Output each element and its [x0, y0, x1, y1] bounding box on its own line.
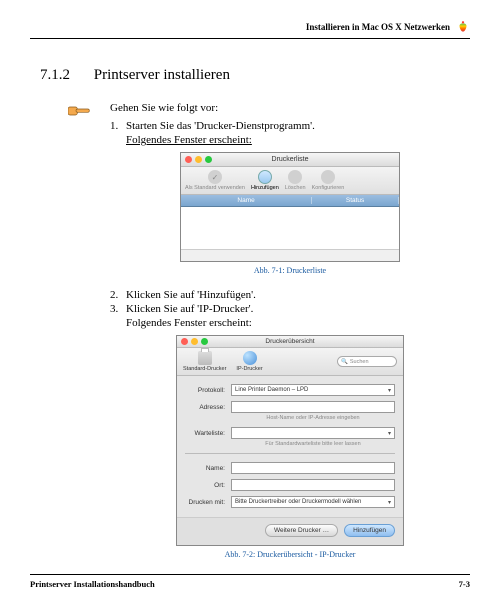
- globe-icon: [243, 351, 257, 365]
- header-text: Installieren in Mac OS X Netzwerken: [306, 22, 450, 32]
- col-name: Name: [181, 197, 312, 204]
- form: Protokoll: Line Printer Daemon – LPD Adr…: [177, 376, 403, 517]
- delete-button: Löschen: [285, 170, 306, 191]
- printer-icon: [198, 351, 212, 365]
- standard-drucker-tab: Standard-Drucker: [183, 351, 226, 372]
- add-icon: [258, 170, 272, 184]
- window-title: Druckerliste: [181, 156, 399, 163]
- gear-icon: [321, 170, 335, 184]
- window-title: Druckerübersicht: [177, 338, 403, 345]
- ort-input: [231, 479, 395, 491]
- col-status: Status: [312, 197, 399, 204]
- window-footer: [181, 249, 399, 261]
- adresse-hint: Host-Name oder IP-Adresse eingeben: [185, 415, 395, 421]
- config-button: Konfigurieren: [312, 170, 345, 191]
- action-bar: Weitere Drucker … Hinzufügen: [177, 517, 403, 545]
- druckeruebersicht-window: Druckerübersicht Standard-Drucker IP-Dru…: [176, 335, 404, 546]
- step-2: 2. Klicken Sie auf 'Hinzufügen'.: [110, 289, 470, 301]
- toolbar: Standard-Drucker IP-Drucker 🔍 Suchen: [177, 348, 403, 376]
- protokoll-select: Line Printer Daemon – LPD: [231, 384, 395, 396]
- page-header: Installieren in Mac OS X Netzwerken: [30, 20, 470, 39]
- window-titlebar: Druckerliste: [181, 153, 399, 167]
- figure-2: Druckerübersicht Standard-Drucker IP-Dru…: [110, 335, 470, 559]
- footer-left: Printserver Installationshandbuch: [30, 579, 155, 589]
- ip-drucker-tab: IP-Drucker: [236, 351, 262, 372]
- section-number: 7.1.2: [40, 67, 90, 84]
- label-adresse: Adresse:: [185, 404, 225, 411]
- window-titlebar: Druckerübersicht: [177, 336, 403, 348]
- page-footer: Printserver Installationshandbuch 7-3: [30, 574, 470, 589]
- label-ort: Ort:: [185, 482, 225, 489]
- step-1: 1. Starten Sie das 'Drucker-Dienstprogra…: [110, 120, 470, 132]
- adresse-input: [231, 401, 395, 413]
- intro-text: Gehen Sie wie folgt vor:: [110, 102, 470, 114]
- apple-logo-icon: [456, 20, 470, 34]
- table-header: Name Status: [181, 195, 399, 207]
- toolbar: ✓ Als Standard verwenden Hinzufügen Lösc…: [181, 167, 399, 195]
- druckerliste-window: Druckerliste ✓ Als Standard verwenden Hi…: [180, 152, 400, 262]
- step-3-sub: Folgendes Fenster erscheint:: [110, 317, 470, 329]
- warteliste-hint: Für Standardwarteliste bitte leer lassen: [185, 441, 395, 447]
- step-1-sub: Folgendes Fenster erscheint:: [110, 134, 470, 146]
- label-drucken: Drucken mit:: [185, 499, 225, 506]
- warteliste-input: [231, 427, 395, 439]
- add-button: Hinzufügen: [344, 524, 395, 537]
- pointing-hand-icon: [68, 102, 92, 120]
- divider: [185, 453, 395, 454]
- figure-1: Druckerliste ✓ Als Standard verwenden Hi…: [110, 152, 470, 275]
- section-title-text: Printserver installieren: [94, 67, 230, 83]
- footer-page-number: 7-3: [459, 579, 470, 589]
- figure-1-caption: Abb. 7-1: Druckerliste: [110, 266, 470, 275]
- label-protokoll: Protokoll:: [185, 387, 225, 394]
- table-body: [181, 207, 399, 249]
- delete-icon: [288, 170, 302, 184]
- name-input: [231, 462, 395, 474]
- label-warteliste: Warteliste:: [185, 430, 225, 437]
- figure-2-caption: Abb. 7-2: Druckerübersicht - IP-Drucker: [110, 550, 470, 559]
- checkmark-icon: ✓: [208, 170, 222, 184]
- search-field: 🔍 Suchen: [337, 356, 397, 367]
- label-name: Name:: [185, 465, 225, 472]
- step-3: 3. Klicken Sie auf 'IP-Drucker'.: [110, 303, 470, 315]
- more-printers-button: Weitere Drucker …: [265, 524, 338, 537]
- section-heading: 7.1.2 Printserver installieren: [30, 67, 470, 84]
- drucken-select: Bitte Druckertreiber oder Druckermodell …: [231, 496, 395, 508]
- add-button: Hinzufügen: [251, 170, 279, 191]
- search-icon: 🔍: [341, 359, 348, 365]
- default-button: ✓ Als Standard verwenden: [185, 170, 245, 191]
